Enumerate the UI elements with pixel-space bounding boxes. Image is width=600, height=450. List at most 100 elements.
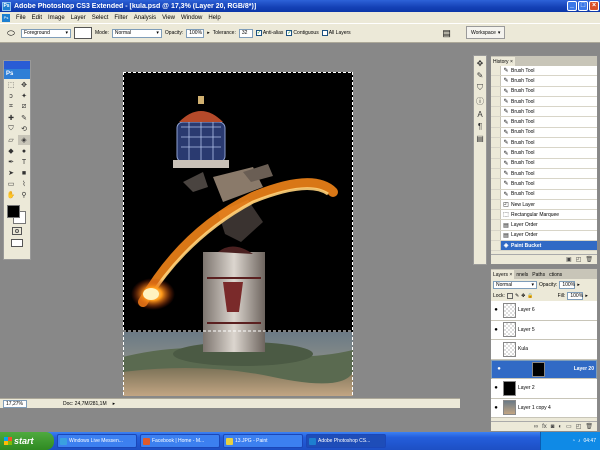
brushes-icon[interactable]: ✎	[477, 71, 484, 80]
menu-edit[interactable]: Edit	[29, 15, 45, 21]
layer-row[interactable]: ● Layer 6	[491, 301, 597, 321]
menu-select[interactable]: Select	[89, 15, 112, 21]
history-brush-source-box[interactable]	[491, 138, 501, 148]
new-group-icon[interactable]: ▭	[566, 423, 572, 430]
fill-dropdown-icon[interactable]: ▸	[585, 293, 588, 299]
quick-mask-icon[interactable]	[12, 227, 22, 235]
adjustment-layer-icon[interactable]: ◐	[558, 424, 562, 430]
history-brush-source-box[interactable]	[491, 96, 501, 107]
menu-view[interactable]: View	[159, 15, 178, 21]
history-brush-source-box[interactable]	[491, 107, 501, 117]
zoom-level-input[interactable]: 17,27%	[3, 399, 27, 408]
history-state[interactable]: ▤ Layer Order	[491, 220, 597, 231]
layer-row[interactable]: ● Layer 20	[491, 359, 597, 379]
fill-source-select[interactable]: Foreground ▾	[21, 28, 71, 38]
close-icon[interactable]: ×	[509, 272, 512, 278]
history-brush-source-box[interactable]	[491, 230, 501, 241]
toolbox-header[interactable]	[4, 61, 30, 69]
slice-tool-icon[interactable]: ⧄	[18, 102, 30, 112]
pattern-swatch[interactable]	[74, 27, 92, 39]
history-brush-source-box[interactable]	[491, 189, 501, 199]
history-brush-source-box[interactable]	[491, 199, 501, 210]
history-state[interactable]: ✎ Brush Tool	[491, 66, 597, 77]
eye-icon[interactable]: ●	[491, 307, 501, 313]
eye-icon[interactable]: ●	[491, 385, 501, 391]
tool-presets-icon[interactable]: ▤	[476, 134, 484, 143]
history-state[interactable]: ✎ Brush Tool	[491, 96, 597, 108]
history-brush-source-box[interactable]	[491, 117, 501, 127]
paint-bucket-tool-icon[interactable]: ◈	[18, 135, 30, 145]
history-brush-source-box[interactable]	[491, 220, 501, 230]
link-layers-icon[interactable]: ∞	[534, 424, 538, 430]
marquee-tool-icon[interactable]: ⬚	[5, 80, 17, 90]
eye-icon[interactable]: ●	[494, 366, 504, 372]
history-brush-tool-icon[interactable]: ⟲	[18, 124, 30, 134]
eraser-tool-icon[interactable]: ▱	[5, 135, 17, 145]
menu-image[interactable]: Image	[45, 15, 68, 21]
anti-alias-checkbox[interactable]: ✓ Anti-alias	[255, 30, 283, 36]
history-state[interactable]: ✎ Brush Tool	[491, 189, 597, 200]
history-state[interactable]: ◰ New Layer	[491, 199, 597, 211]
document-canvas[interactable]	[123, 72, 353, 396]
hand-tool-icon[interactable]: ✋	[5, 190, 17, 200]
history-state[interactable]: ✎ Brush Tool	[491, 168, 597, 180]
pen-tool-icon[interactable]: ✒	[5, 157, 17, 167]
magic-wand-tool-icon[interactable]: ✦	[18, 91, 30, 101]
history-state[interactable]: ✎ Brush Tool	[491, 148, 597, 159]
type-tool-icon[interactable]: T	[18, 157, 30, 167]
zoom-tool-icon[interactable]: ⚲	[18, 190, 30, 200]
menu-file[interactable]: File	[13, 15, 29, 21]
minimize-button[interactable]: _	[567, 1, 577, 11]
eye-icon[interactable]: ●	[491, 327, 501, 333]
tray-icon[interactable]: ◔	[572, 438, 575, 444]
character-icon[interactable]: A	[477, 110, 482, 119]
lock-position-icon[interactable]: ✥	[521, 293, 525, 299]
delete-state-icon[interactable]: 🗑	[585, 256, 593, 263]
history-brush-source-box[interactable]	[491, 76, 501, 86]
lock-transparent-icon[interactable]	[506, 292, 513, 299]
history-state[interactable]: ⬚ Rectangular Marquee	[491, 210, 597, 221]
history-state[interactable]: ✎ Brush Tool	[491, 107, 597, 118]
tab-actions[interactable]: ctions	[547, 270, 564, 279]
opacity-input[interactable]: 100%	[186, 28, 205, 38]
history-brush-source-box[interactable]	[491, 210, 501, 220]
mode-select[interactable]: Normal ▾	[111, 28, 162, 38]
path-selection-tool-icon[interactable]: ➤	[5, 168, 17, 178]
workspace-button[interactable]: Workspace ▾	[466, 26, 506, 39]
move-tool-icon[interactable]: ✥	[18, 80, 30, 90]
brush-tool-icon[interactable]: ✎	[18, 113, 30, 123]
layer-fill-input[interactable]: 100%	[567, 291, 584, 300]
tab-channels[interactable]: nnels	[514, 270, 530, 279]
history-brush-source-box[interactable]	[491, 241, 501, 251]
blend-mode-select[interactable]: Normal ▾	[493, 280, 537, 289]
palette-well-icon[interactable]: ▤	[440, 27, 454, 40]
history-state[interactable]: ✎ Brush Tool	[491, 127, 597, 139]
add-mask-icon[interactable]: ◙	[551, 424, 555, 430]
clone-stamp-tool-icon[interactable]: ⛉	[5, 124, 17, 134]
screen-mode-icon[interactable]	[11, 239, 23, 247]
taskbar-item-messenger[interactable]: Windows Live Messen...	[57, 434, 137, 448]
history-brush-source-box[interactable]	[491, 86, 501, 96]
history-state[interactable]: ✎ Brush Tool	[491, 117, 597, 128]
info-icon[interactable]: ⓘ	[476, 96, 484, 107]
history-state[interactable]: ✎ Brush Tool	[491, 76, 597, 87]
menu-analysis[interactable]: Analysis	[131, 15, 159, 21]
all-layers-checkbox[interactable]: All Layers	[321, 30, 351, 36]
tab-layers[interactable]: Layers ×	[491, 270, 515, 279]
crop-tool-icon[interactable]: ⌗	[5, 102, 17, 112]
start-button[interactable]: start	[0, 432, 54, 450]
menu-filter[interactable]: Filter	[111, 15, 130, 21]
history-brush-source-box[interactable]	[491, 66, 501, 76]
menu-help[interactable]: Help	[205, 15, 223, 21]
paint-bucket-tool-preset-icon[interactable]: ⬭	[4, 27, 18, 40]
history-state[interactable]: ✎ Brush Tool	[491, 86, 597, 97]
taskbar-item-photoshop[interactable]: Adobe Photoshop CS...	[306, 434, 386, 448]
lasso-tool-icon[interactable]: ↄ	[5, 91, 17, 101]
menu-window[interactable]: Window	[178, 15, 205, 21]
healing-brush-tool-icon[interactable]: ✚	[5, 113, 17, 123]
dodge-tool-icon[interactable]: ●	[18, 146, 30, 156]
blur-tool-icon[interactable]: ◆	[5, 146, 17, 156]
eye-icon[interactable]: ●	[491, 405, 501, 411]
tab-history[interactable]: History ×	[491, 57, 515, 66]
history-brush-source-box[interactable]	[491, 179, 501, 189]
